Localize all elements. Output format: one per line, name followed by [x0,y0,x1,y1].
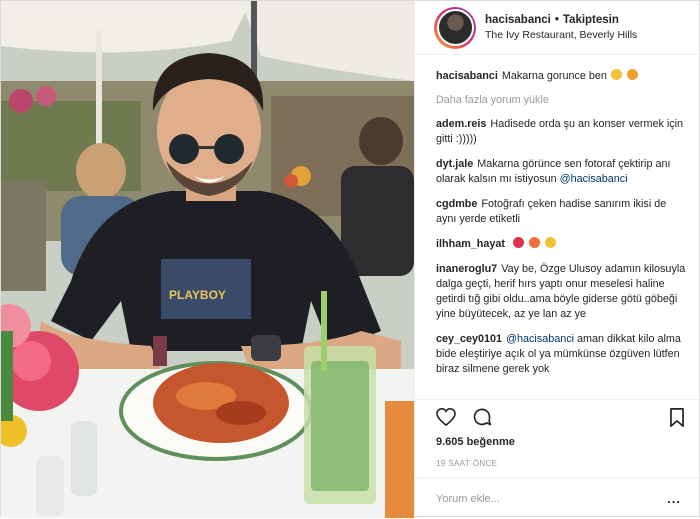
smile-emoji-icon [610,69,622,80]
comment-author[interactable]: cey_cey0101 [436,333,502,345]
comment-item: ilhham_hayat [436,237,688,252]
comment-item: inaneroglu7 Vay be, Özge Ulusoy adamın ki… [436,262,688,322]
post-photo[interactable]: PLAYBOY [1,1,414,518]
comment-item: cey_cey0101 @hacisabanci aman dikkat kilo… [436,332,688,377]
comment-icon[interactable] [471,406,493,428]
post-header: hacisabanci • Takiptesin The Ivy Restaur… [415,1,700,55]
comment-mention[interactable]: @hacisabanci [506,333,574,345]
add-comment-input[interactable] [436,492,668,505]
caption-text: Makarna gorunce ben [501,70,607,82]
header-top: hacisabanci • Takiptesin [485,14,637,26]
location-link[interactable]: The Ivy Restaurant, Beverly Hills [485,29,637,41]
comment-author[interactable]: dyt.jale [436,158,473,170]
avatar[interactable] [434,6,476,49]
comment-author[interactable]: inaneroglu7 [436,263,497,275]
lips-emoji-icon [513,237,525,248]
comment-author[interactable]: ilhham_hayat [436,238,505,250]
separator-dot: • [554,14,559,26]
blush-emoji-icon [545,237,557,248]
instagram-post: PLAYBOY hacisabanci • Takiptesin The Ivy… [0,0,700,518]
post-timestamp: 19 SAAT ÖNCE [436,459,498,468]
svg-text:PLAYBOY: PLAYBOY [169,288,226,302]
username-link[interactable]: hacisabanci [485,14,551,26]
comment-mention[interactable]: @hacisabanci [560,173,628,185]
header-text: hacisabanci • Takiptesin The Ivy Restaur… [485,14,637,41]
caption: hacisabanci Makarna gorunce ben [436,69,688,84]
comment-item: adem.reis Hadisede orda şu an konser verm… [436,117,688,147]
heart-eyes-emoji-icon [529,237,541,248]
more-options-button[interactable]: ... [667,491,681,506]
caption-author[interactable]: hacisabanci [436,70,498,82]
following-button[interactable]: Takiptesin [563,14,619,26]
comments-list[interactable]: hacisabanci Makarna gorunce ben Daha fazl… [415,55,700,399]
actions-section: 9.605 beğenme 19 SAAT ÖNCE ... [415,399,700,519]
load-more-comments-link[interactable]: Daha fazla yorum yükle [436,94,688,106]
comment-author[interactable]: adem.reis [436,118,486,130]
bookmark-icon[interactable] [666,406,688,428]
comment-item: dyt.jale Makarna görünce sen fotoraf çekt… [436,157,688,187]
likes-count[interactable]: 9.605 beğenme [436,436,515,448]
heart-icon[interactable] [435,406,457,428]
comment-author[interactable]: cgdmbe [436,198,477,210]
comment-item: cgdmbe Fotoğrafı çeken hadise sanırım iki… [436,197,688,227]
drool-emoji-icon [626,69,638,80]
post-sidebar: hacisabanci • Takiptesin The Ivy Restaur… [414,1,700,518]
action-icons-row [435,405,688,429]
avatar-image [436,9,474,46]
add-comment-bar: ... [415,477,700,519]
restaurant-photo-illustration: PLAYBOY [1,1,414,518]
